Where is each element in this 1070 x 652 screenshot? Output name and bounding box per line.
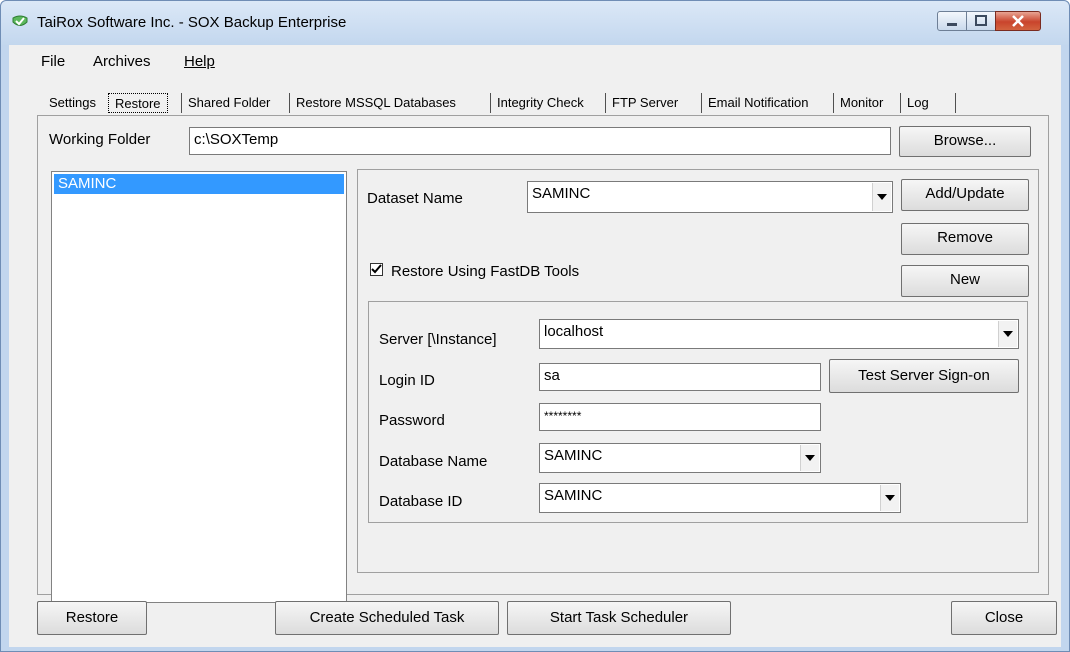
- chevron-down-icon: [1003, 331, 1013, 337]
- tab-settings[interactable]: Settings: [43, 93, 102, 113]
- working-folder-input[interactable]: c:\SOXTemp: [189, 127, 891, 155]
- database-id-value: SAMINC: [544, 487, 603, 504]
- login-id-input[interactable]: sa: [539, 363, 821, 391]
- fastdb-label: Restore Using FastDB Tools: [391, 263, 580, 280]
- tab-separator: [955, 93, 956, 113]
- browse-button[interactable]: Browse...: [899, 126, 1031, 157]
- add-update-button[interactable]: Add/Update: [901, 179, 1029, 211]
- login-id-label: Login ID: [379, 372, 435, 389]
- tab-restore[interactable]: Restore: [108, 93, 168, 113]
- close-window-button[interactable]: [995, 11, 1041, 31]
- maximize-button[interactable]: [966, 11, 996, 31]
- server-combo[interactable]: localhost: [539, 319, 1019, 349]
- menu-file[interactable]: File: [41, 53, 65, 70]
- tab-email-notification[interactable]: Email Notification: [702, 93, 814, 113]
- test-server-signon-button[interactable]: Test Server Sign-on: [829, 359, 1019, 393]
- server-value: localhost: [544, 323, 604, 340]
- create-scheduled-task-button[interactable]: Create Scheduled Task: [275, 601, 499, 635]
- tab-integrity-check[interactable]: Integrity Check: [491, 93, 590, 113]
- remove-button[interactable]: Remove: [901, 223, 1029, 255]
- chevron-down-icon: [805, 455, 815, 461]
- menu-archives[interactable]: Archives: [93, 53, 151, 70]
- database-id-label: Database ID: [379, 493, 463, 510]
- window-title: TaiRox Software Inc. - SOX Backup Enterp…: [37, 14, 347, 31]
- tab-shared-folder[interactable]: Shared Folder: [182, 93, 276, 113]
- password-label: Password: [379, 412, 445, 429]
- app-logo-icon: [12, 15, 28, 26]
- fastdb-checkbox[interactable]: [370, 263, 383, 276]
- title-bar[interactable]: TaiRox Software Inc. - SOX Backup Enterp…: [1, 1, 1069, 45]
- tab-ftp-server[interactable]: FTP Server: [606, 93, 684, 113]
- minimize-icon: [947, 23, 957, 26]
- app-window: TaiRox Software Inc. - SOX Backup Enterp…: [0, 0, 1070, 652]
- database-name-value: SAMINC: [544, 447, 603, 464]
- server-label: Server [\Instance]: [379, 331, 497, 348]
- checkmark-icon: [371, 264, 382, 274]
- chevron-down-icon: [877, 194, 887, 200]
- dataset-name-value: SAMINC: [532, 185, 591, 202]
- dataset-name-combo[interactable]: SAMINC: [527, 181, 893, 213]
- working-folder-label: Working Folder: [49, 131, 151, 148]
- database-name-label: Database Name: [379, 453, 488, 470]
- database-name-combo[interactable]: SAMINC: [539, 443, 821, 473]
- restore-button[interactable]: Restore: [37, 601, 147, 635]
- new-button[interactable]: New: [901, 265, 1029, 297]
- maximize-icon: [975, 15, 987, 26]
- chevron-down-icon: [885, 495, 895, 501]
- list-item[interactable]: SAMINC: [54, 174, 344, 194]
- minimize-button[interactable]: [937, 11, 967, 31]
- password-input[interactable]: ********: [539, 403, 821, 431]
- tab-restore-mssql[interactable]: Restore MSSQL Databases: [290, 93, 462, 113]
- start-task-scheduler-button[interactable]: Start Task Scheduler: [507, 601, 731, 635]
- dropdown-button[interactable]: [872, 183, 891, 211]
- tab-log[interactable]: Log: [901, 93, 935, 113]
- dataset-name-label: Dataset Name: [367, 190, 463, 207]
- dataset-list[interactable]: SAMINC: [51, 171, 347, 603]
- dropdown-button[interactable]: [998, 321, 1017, 347]
- menu-help[interactable]: Help: [184, 53, 215, 70]
- database-id-combo[interactable]: SAMINC: [539, 483, 901, 513]
- tab-monitor[interactable]: Monitor: [834, 93, 889, 113]
- dropdown-button[interactable]: [800, 445, 819, 471]
- close-button[interactable]: Close: [951, 601, 1057, 635]
- dropdown-button[interactable]: [880, 485, 899, 511]
- close-icon: [1012, 15, 1024, 27]
- menu-bar: File Archives Help: [9, 45, 1061, 77]
